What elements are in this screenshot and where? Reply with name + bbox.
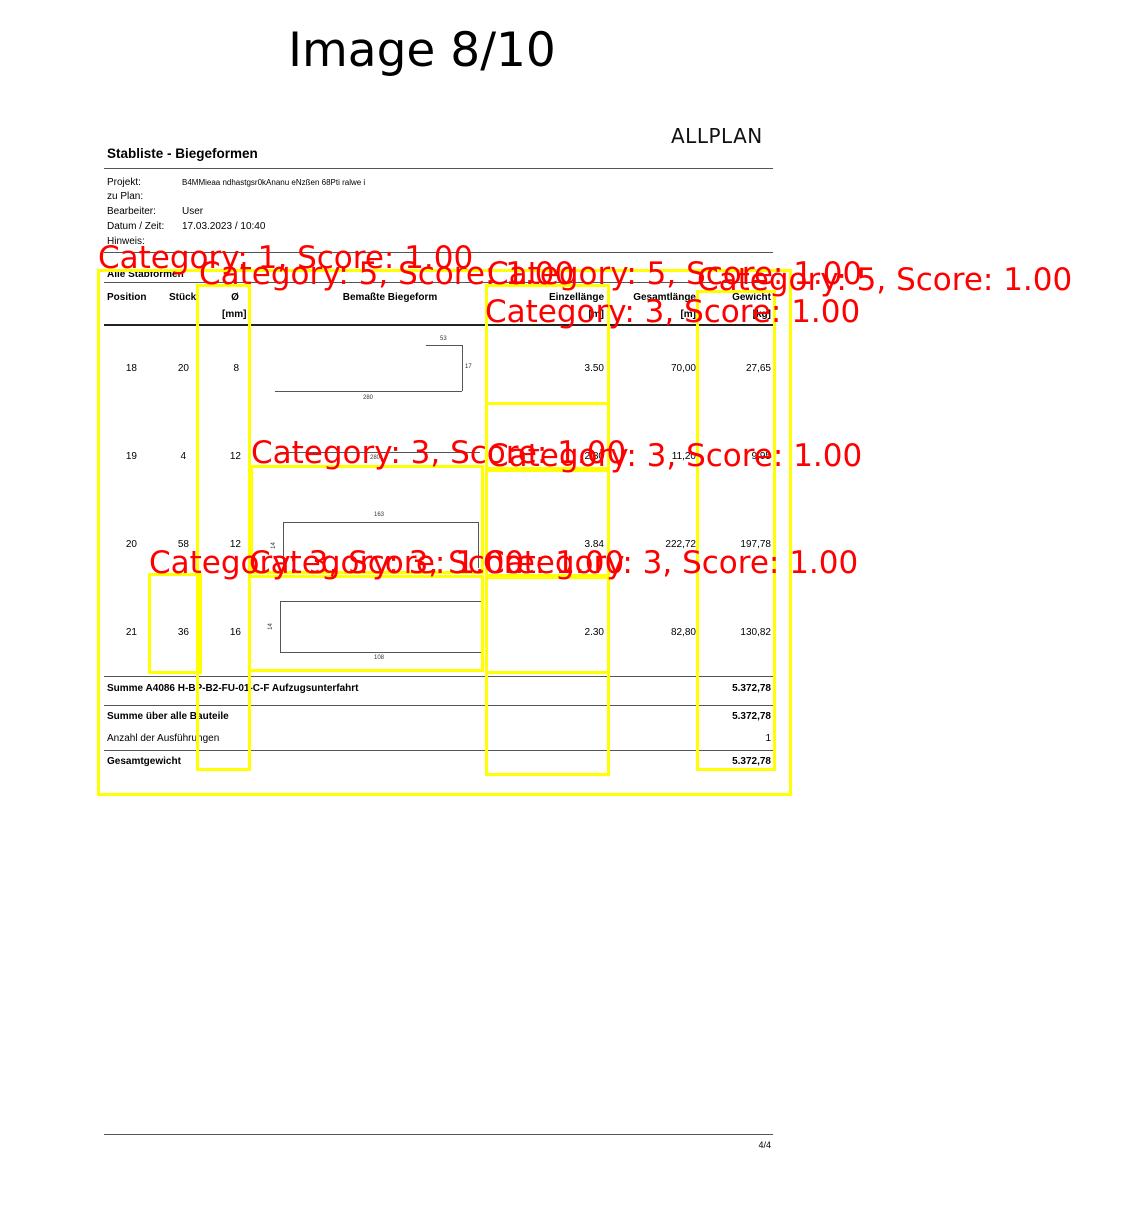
detection-box [696, 290, 776, 771]
page-number: 4/4 [758, 1140, 771, 1150]
meta-value-datum: 17.03.2023 / 10:40 [182, 221, 266, 232]
detection-label: Category: 3, Score: 1.00 [483, 545, 859, 581]
detection-box [248, 575, 484, 672]
detection-label: Category: 3, Score: 1.00 [487, 438, 863, 474]
allplan-logo: ALLPLAN [671, 124, 763, 148]
meta-label-projekt: Projekt: [107, 177, 141, 188]
meta-value-projekt: B4MMieaa ndhastgsr0kAnanu eNzßen 68Pti r… [182, 178, 366, 187]
meta-label-datum: Datum / Zeit: [107, 221, 165, 232]
meta-label-bearbeiter: Bearbeiter: [107, 206, 156, 217]
detection-box [485, 576, 610, 674]
detection-box [196, 284, 251, 771]
detection-label: Category: 3, Score: 1.00 [485, 294, 861, 330]
detection-box [148, 573, 202, 674]
figure-title: Image 8/10 [288, 23, 556, 78]
divider [104, 168, 773, 169]
detection-label: Category: 5, Score: 1.00 [697, 262, 1073, 298]
divider [104, 1134, 773, 1135]
meta-value-bearbeiter: User [182, 206, 204, 217]
meta-label-plan: zu Plan: [107, 191, 144, 202]
document-title: Stabliste - Biegeformen [107, 146, 258, 161]
